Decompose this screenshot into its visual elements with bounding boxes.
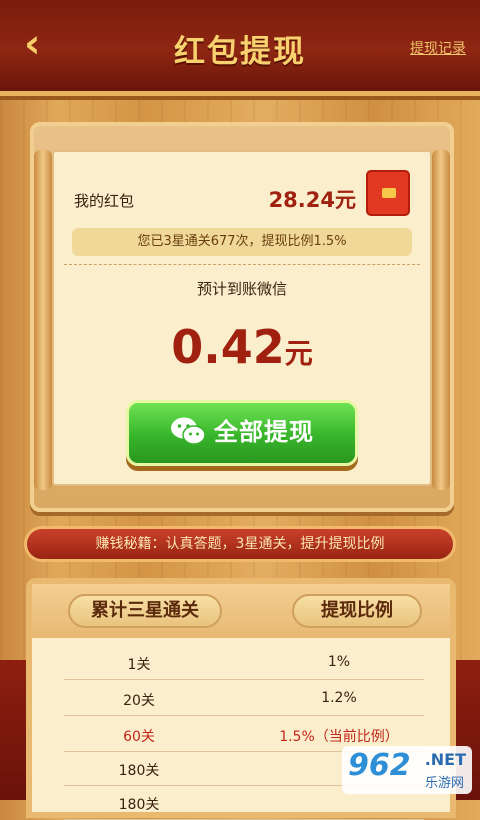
table-header-ratio: 提现比例	[292, 594, 422, 628]
red-envelope-icon	[366, 170, 410, 216]
wechat-icon	[171, 417, 206, 445]
withdraw-button-label: 全部提现	[214, 418, 314, 446]
row-level: 20关	[123, 693, 155, 709]
withdraw-record-link[interactable]: 提现记录	[410, 38, 466, 58]
row-ratio: 1.2%	[321, 690, 357, 706]
wallet-panel: 我的红包 28.24元 您已3星通关677次，提现比例1.5% 预计到账微信 0…	[52, 150, 432, 486]
withdraw-all-button[interactable]: 全部提现	[126, 400, 358, 466]
row-ratio: 1.5%（当前比例）	[279, 729, 399, 745]
row-level: 180关	[118, 797, 160, 813]
table-header: 累计三星通关 提现比例	[32, 584, 450, 638]
tip-banner: 赚钱秘籍：认真答题，3星通关，提升提现比例	[24, 526, 456, 562]
watermark-suffix: .NET	[424, 750, 466, 769]
table-row: 20关 1.2%	[64, 690, 424, 716]
withdraw-value: 0.42	[171, 320, 285, 374]
site-watermark-logo: 962 .NET 乐游网	[342, 746, 472, 794]
withdraw-unit: 元	[284, 337, 313, 370]
table-header-level: 累计三星通关	[68, 594, 222, 628]
watermark-brand: 962	[348, 748, 411, 783]
withdraw-amount: 0.42元	[54, 320, 430, 374]
row-level: 1关	[127, 657, 151, 673]
left-post	[34, 150, 52, 490]
header-bar: ‹ 红包提现 提现记录	[0, 0, 480, 96]
row-level: 60关	[123, 729, 155, 745]
divider	[64, 264, 420, 265]
wallet-amount: 28.24元	[268, 188, 356, 212]
row-ratio: 1%	[327, 654, 351, 670]
table-row: 180关	[64, 794, 424, 820]
table-row: 1关 1%	[64, 654, 424, 680]
page-title: 红包提现	[174, 34, 306, 70]
row-level: 180关	[118, 763, 160, 779]
watermark-sub: 乐游网	[424, 776, 464, 791]
wallet-label: 我的红包	[74, 192, 135, 210]
stats-info: 您已3星通关677次，提现比例1.5%	[72, 228, 412, 256]
expect-label: 预计到账微信	[196, 280, 287, 298]
right-post	[432, 150, 450, 490]
